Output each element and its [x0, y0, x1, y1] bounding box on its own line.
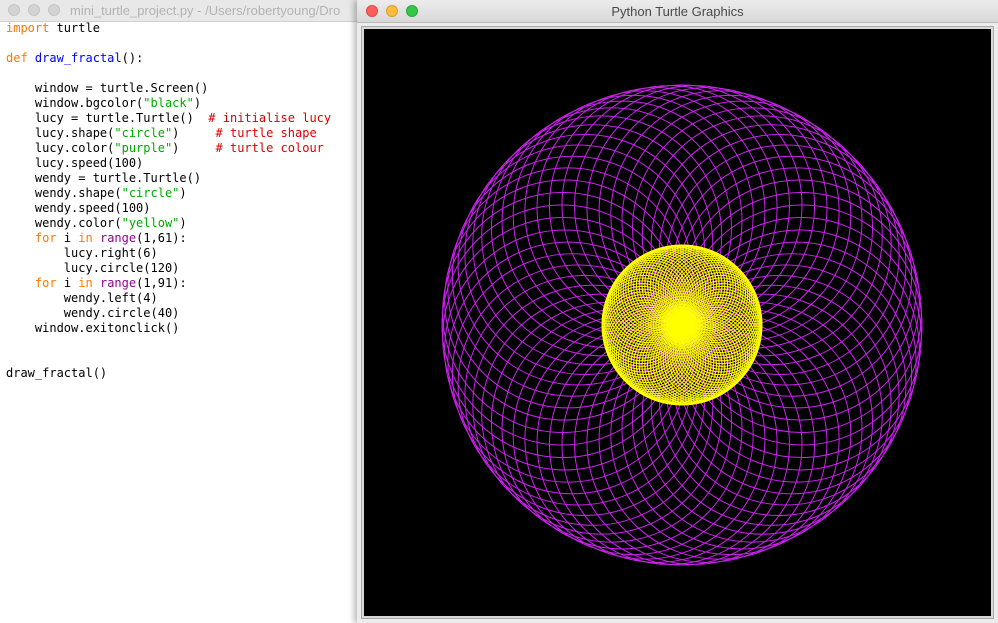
- code-token: window.bgcolor(: [6, 96, 144, 110]
- code-token: wendy.speed(100): [6, 201, 151, 215]
- code-token: lucy.speed(100): [6, 156, 144, 170]
- code-token: ): [193, 96, 202, 110]
- fractal-drawing: [441, 84, 923, 566]
- code-token: draw_fractal: [34, 51, 122, 65]
- code-token: for: [34, 276, 57, 290]
- code-token: draw_fractal(): [6, 366, 108, 380]
- code-token: wendy.color(: [6, 216, 122, 230]
- code-line: for i in range(1,91):: [6, 276, 331, 291]
- code-token: window.exitonclick(): [6, 321, 180, 335]
- code-token: "black": [143, 96, 194, 110]
- code-token: lucy.circle(120): [6, 261, 180, 275]
- code-token: turtle: [49, 21, 100, 35]
- code-token: ():: [121, 51, 144, 65]
- code-token: lucy.right(6): [6, 246, 158, 260]
- code-line: wendy.left(4): [6, 291, 331, 306]
- code-token: window = turtle.Screen(): [6, 81, 209, 95]
- code-token: in: [78, 276, 93, 290]
- code-line: def draw_fractal():: [6, 51, 331, 66]
- code-line: lucy = turtle.Turtle() # initialise lucy: [6, 111, 331, 126]
- code-token: def: [6, 51, 28, 65]
- yellow-circle-pattern: [601, 244, 763, 406]
- code-line: lucy.circle(120): [6, 261, 331, 276]
- close-window-icon[interactable]: [8, 4, 20, 16]
- code-token: i: [56, 231, 79, 245]
- code-token: # initialise lucy: [208, 111, 332, 125]
- code-token: ): [179, 216, 187, 230]
- turtle-window-title: Python Turtle Graphics: [611, 4, 744, 19]
- code-line: wendy = turtle.Turtle(): [6, 171, 331, 186]
- code-line: for i in range(1,61):: [6, 231, 331, 246]
- code-token: lucy = turtle.Turtle(): [6, 111, 209, 125]
- code-token: i: [56, 276, 79, 290]
- code-line: lucy.color("purple") # turtle colour: [6, 141, 331, 156]
- code-token: (1,61):: [136, 231, 187, 245]
- canvas-frame: [361, 26, 994, 619]
- code-token: range: [99, 231, 137, 245]
- code-token: wendy.circle(40): [6, 306, 180, 320]
- code-line: window.exitonclick(): [6, 321, 331, 336]
- code-line: wendy.shape("circle"): [6, 186, 331, 201]
- turtle-canvas[interactable]: [364, 29, 991, 616]
- code-token: import: [6, 21, 50, 35]
- editor-window-title: mini_turtle_project.py - /Users/robertyo…: [70, 3, 341, 18]
- code-token: wendy.shape(: [6, 186, 122, 200]
- code-line: lucy.shape("circle") # turtle shape: [6, 126, 331, 141]
- code-token: lucy.color(: [6, 141, 115, 155]
- minimize-window-icon[interactable]: [28, 4, 40, 16]
- code-editor-window[interactable]: mini_turtle_project.py - /Users/robertyo…: [0, 0, 400, 623]
- code-token: "yellow": [121, 216, 180, 230]
- code-token: lucy.shape(: [6, 126, 115, 140]
- code-token: # turtle colour: [215, 141, 324, 155]
- code-token: "circle": [114, 126, 173, 140]
- code-line: wendy.color("yellow"): [6, 216, 331, 231]
- turtle-window-titlebar[interactable]: Python Turtle Graphics: [357, 0, 998, 23]
- code-line: draw_fractal(): [6, 366, 331, 381]
- zoom-window-icon[interactable]: [48, 4, 60, 16]
- code-token: for: [34, 231, 57, 245]
- code-line: window.bgcolor("black"): [6, 96, 331, 111]
- code-token: range: [99, 276, 137, 290]
- code-token: wendy.left(4): [6, 291, 158, 305]
- code-token: "circle": [121, 186, 180, 200]
- code-line: lucy.speed(100): [6, 156, 331, 171]
- code-token: ): [172, 126, 216, 140]
- code-token: ): [172, 141, 216, 155]
- code-line: wendy.circle(40): [6, 306, 331, 321]
- turtle-graphics-window[interactable]: Python Turtle Graphics: [357, 0, 998, 623]
- editor-window-controls: [8, 4, 60, 16]
- code-token: in: [78, 231, 93, 245]
- code-text-area[interactable]: import turtle def draw_fractal(): window …: [6, 21, 331, 381]
- code-line: window = turtle.Screen(): [6, 81, 331, 96]
- code-line: import turtle: [6, 21, 331, 36]
- code-token: # turtle shape: [215, 126, 317, 140]
- code-token: ): [179, 186, 187, 200]
- code-token: "purple": [114, 141, 173, 155]
- code-line: wendy.speed(100): [6, 201, 331, 216]
- code-token: wendy = turtle.Turtle(): [6, 171, 202, 185]
- code-token: (1,91):: [136, 276, 187, 290]
- code-line: lucy.right(6): [6, 246, 331, 261]
- editor-titlebar[interactable]: mini_turtle_project.py - /Users/robertyo…: [0, 0, 400, 22]
